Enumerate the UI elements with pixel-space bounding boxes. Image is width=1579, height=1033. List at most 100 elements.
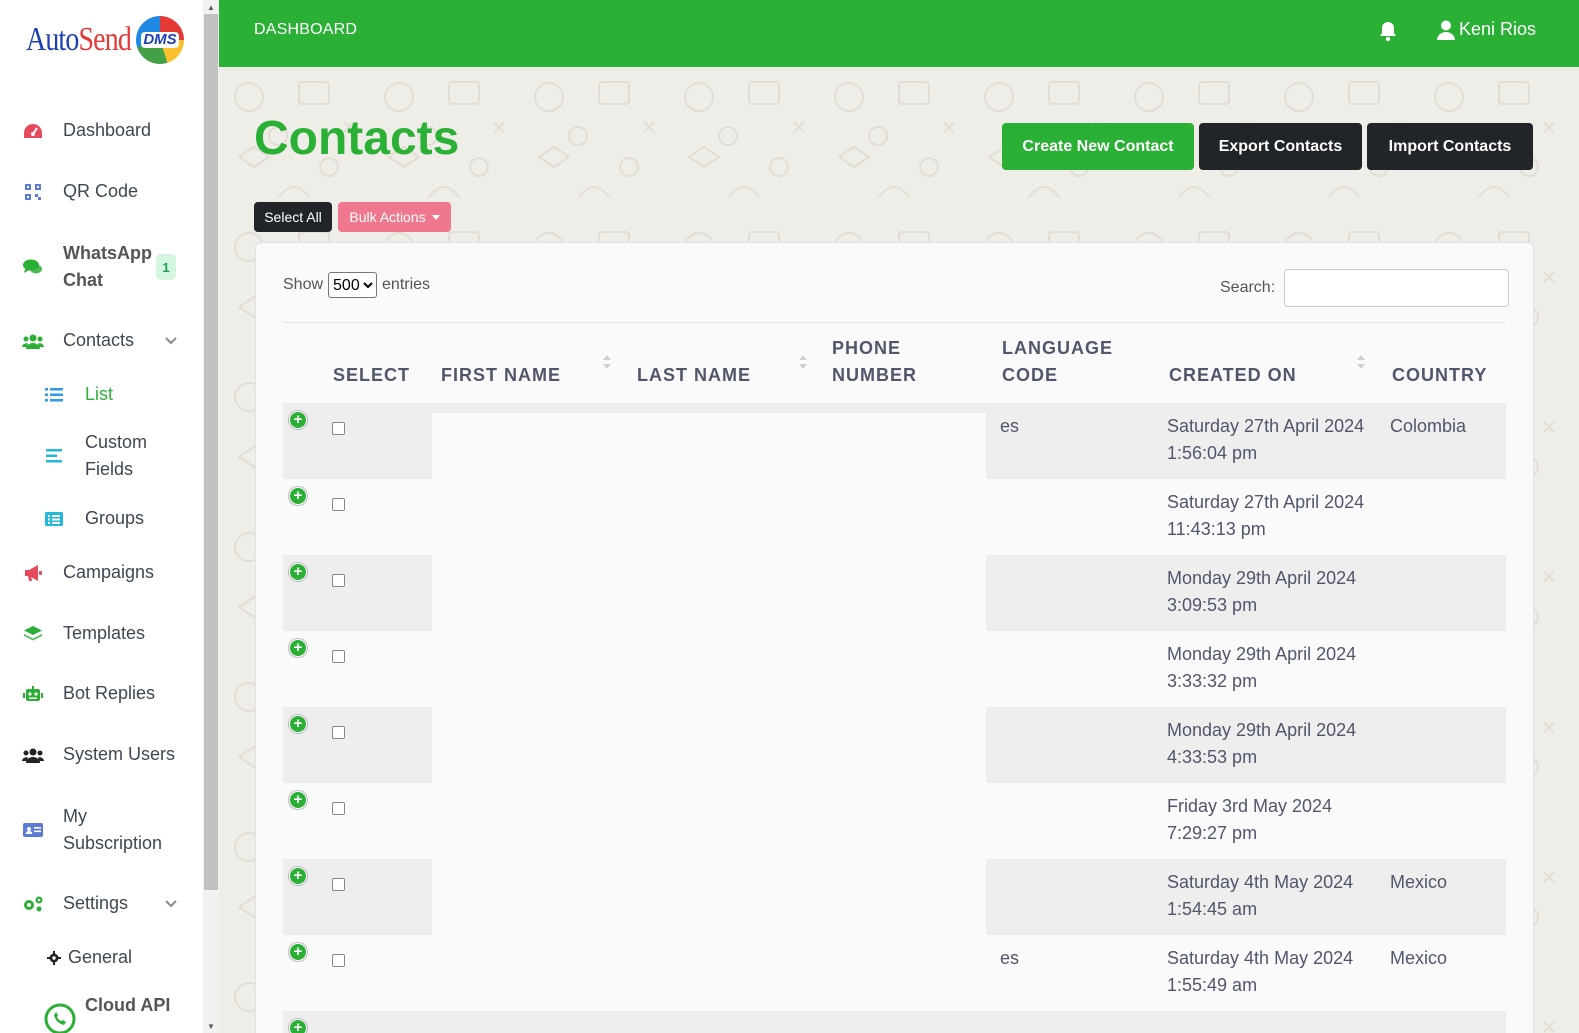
sidebar-item-list[interactable]: List — [0, 381, 203, 408]
sidebar-item-label: Bot Replies — [63, 683, 156, 703]
cell-country: Colombia — [1390, 416, 1467, 436]
row-checkbox[interactable] — [332, 650, 345, 663]
column-header-phone[interactable]: PHONE NUMBER — [832, 335, 917, 389]
sidebar-item-campaigns[interactable]: Campaigns — [0, 559, 203, 586]
sidebar-item-templates[interactable]: Templates — [0, 620, 203, 647]
column-header-country[interactable]: COUNTRY — [1392, 362, 1487, 389]
qrcode-icon — [22, 181, 44, 203]
sidebar-item-label: WhatsApp Chat — [63, 243, 152, 290]
import-contacts-button[interactable]: Import Contacts — [1367, 123, 1533, 170]
search-input[interactable] — [1284, 269, 1510, 307]
column-header-select[interactable]: SELECT — [333, 362, 410, 389]
expand-row-icon[interactable]: + — [289, 1019, 307, 1033]
row-checkbox[interactable] — [332, 802, 345, 815]
entries-label: entries — [382, 276, 431, 293]
row-checkbox[interactable] — [332, 726, 345, 739]
expand-row-icon[interactable]: + — [289, 791, 307, 809]
bulk-actions-dropdown[interactable]: Bulk Actions — [338, 202, 451, 232]
column-header-last-name[interactable]: LAST NAME — [637, 362, 751, 389]
scroll-down-arrow-icon[interactable]: ▼ — [203, 1019, 219, 1033]
sidebar-item-custom-fields[interactable]: Custom Fields — [0, 429, 203, 483]
expand-row-icon[interactable]: + — [289, 715, 307, 733]
gear-icon — [43, 947, 65, 969]
bulk-actions-label: Bulk Actions — [349, 209, 426, 225]
cell-created-on: Saturday 27th April 2024 1:56:04 pm — [1167, 416, 1365, 463]
expand-row-icon[interactable]: + — [289, 563, 307, 581]
row-checkbox[interactable] — [332, 498, 345, 511]
user-menu[interactable]: Keni Rios — [1437, 19, 1536, 40]
expand-row-icon[interactable]: + — [289, 867, 307, 885]
expand-row-icon[interactable]: + — [289, 639, 307, 657]
cell-created-on: Monday 29th April 2024 3:33:32 pm — [1167, 644, 1357, 691]
redacted-cells — [432, 707, 986, 783]
expand-row-icon[interactable]: + — [289, 943, 307, 961]
row-checkbox[interactable] — [332, 574, 345, 587]
sidebar-item-groups[interactable]: Groups — [0, 505, 203, 532]
sidebar-item-whatsapp-chat[interactable]: WhatsApp Chat 1 — [0, 240, 203, 294]
sidebar-item-dashboard[interactable]: Dashboard — [0, 117, 203, 144]
column-header-language-code[interactable]: LANGUAGE CODE — [1002, 335, 1113, 389]
entries-select[interactable]: 500 — [328, 272, 378, 298]
sidebar-item-cloud-api[interactable]: Cloud API — [0, 992, 203, 1033]
table-row[interactable]: + Monday 29th April 2024 3:09:53 pm — [283, 555, 1506, 631]
users-icon — [22, 744, 44, 766]
list-alt-icon — [43, 508, 65, 530]
table-row[interactable]: + Monday 29th April 2024 3:33:32 pm — [283, 631, 1506, 707]
row-checkbox[interactable] — [332, 878, 345, 891]
cell-created-on: Saturday 4th May 2024 1:54:45 am — [1167, 872, 1354, 919]
sort-icon[interactable] — [798, 353, 808, 371]
column-header-first-name[interactable]: FIRST NAME — [441, 362, 561, 389]
list-icon — [43, 384, 65, 406]
cell-created-on: Saturday 27th April 2024 11:43:13 pm — [1167, 492, 1365, 539]
sidebar-item-bot-replies[interactable]: Bot Replies — [0, 680, 203, 707]
sidebar-item-qr-code[interactable]: QR Code — [0, 178, 203, 205]
export-contacts-button[interactable]: Export Contacts — [1199, 123, 1362, 170]
chevron-down-icon — [165, 899, 177, 907]
table-row[interactable]: + Saturday 27th April 2024 11:43:13 pm — [283, 479, 1506, 555]
sidebar-scrollbar-thumb[interactable] — [204, 14, 218, 890]
row-checkbox[interactable] — [332, 422, 345, 435]
sort-icon[interactable] — [602, 353, 612, 371]
sort-icon[interactable] — [1356, 353, 1366, 371]
sidebar-item-settings[interactable]: Settings — [0, 890, 203, 917]
redacted-cells — [432, 859, 986, 935]
table-row[interactable]: + Saturday 4th May 2024 1:54:45 am Mexico — [283, 859, 1506, 935]
table-row[interactable]: + es Saturday 4th May 2024 1:55:49 am Mex… — [283, 935, 1506, 1011]
user-icon — [1437, 20, 1455, 40]
scroll-up-arrow-icon[interactable]: ▲ — [203, 0, 219, 14]
redacted-cells — [432, 413, 986, 479]
sidebar-item-my-subscription[interactable]: My Subscription — [0, 803, 203, 857]
entries-length-control: Show 500 entries — [283, 272, 430, 298]
breadcrumb[interactable]: DASHBOARD — [254, 21, 357, 39]
app-logo[interactable]: AutoSend DMS — [26, 12, 184, 68]
id-card-icon — [22, 819, 44, 841]
select-all-button[interactable]: Select All — [254, 202, 332, 232]
page-title: Contacts — [254, 112, 460, 165]
table-row[interactable]: + — [283, 1011, 1506, 1033]
table-row[interactable]: + es Saturday 27th April 2024 1:56:04 pm … — [283, 403, 1506, 479]
robot-icon — [22, 683, 44, 705]
sidebar-item-system-users[interactable]: System Users — [0, 741, 203, 768]
bullhorn-icon — [22, 562, 44, 584]
bell-icon[interactable] — [1377, 20, 1399, 42]
expand-row-icon[interactable]: + — [289, 411, 307, 429]
sidebar-item-label: QR Code — [63, 181, 139, 201]
cell-created-on: Monday 29th April 2024 4:33:53 pm — [1167, 720, 1357, 767]
logo-text: AutoSend — [26, 21, 132, 58]
cell-language: es — [1000, 416, 1020, 436]
contacts-table-card: Show 500 entries Search: SELECT FIRST NA… — [255, 242, 1534, 1033]
table-search: Search: — [1220, 269, 1510, 307]
table-row[interactable]: + Friday 3rd May 2024 7:29:27 pm — [283, 783, 1506, 859]
caret-down-icon — [431, 214, 440, 220]
gauge-icon — [22, 120, 44, 142]
top-navbar: DASHBOARD Keni Rios — [219, 0, 1579, 67]
sidebar-item-label: Groups — [85, 508, 145, 528]
expand-row-icon[interactable]: + — [289, 487, 307, 505]
row-checkbox[interactable] — [332, 954, 345, 967]
column-header-created-on[interactable]: CREATED ON — [1169, 362, 1297, 389]
table-row[interactable]: + Monday 29th April 2024 4:33:53 pm — [283, 707, 1506, 783]
sidebar: AutoSend DMS Dashboard QR Code WhatsApp … — [0, 0, 203, 1033]
sidebar-item-general[interactable]: General — [0, 944, 203, 971]
sidebar-item-contacts[interactable]: Contacts — [0, 327, 203, 354]
create-new-contact-button[interactable]: Create New Contact — [1002, 123, 1194, 170]
